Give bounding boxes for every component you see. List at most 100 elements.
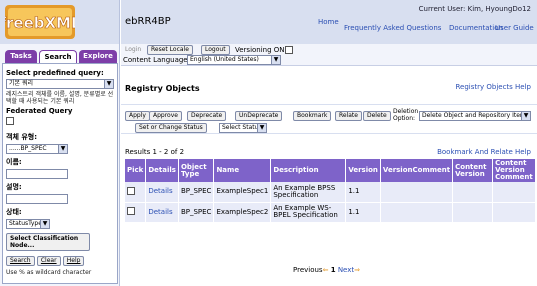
row-object-type: BP_SPEC bbox=[178, 182, 215, 203]
results-count: Results 1 - 2 of 2 bbox=[125, 148, 185, 156]
row-description: An Example BPSS Specification bbox=[270, 182, 347, 203]
col-version-comment: VersionComment bbox=[380, 159, 454, 182]
apply-button[interactable]: Apply bbox=[125, 111, 150, 121]
chevron-down-icon: ▼ bbox=[257, 124, 266, 132]
user-guide-link[interactable]: User Guide bbox=[495, 24, 534, 32]
versioning-checkbox[interactable] bbox=[285, 46, 293, 54]
details-link[interactable]: Details bbox=[145, 182, 179, 203]
table-row: Details BP_SPEC ExampleSpec1 An Example … bbox=[125, 182, 536, 203]
select-classification-button[interactable]: Select Classification Node... bbox=[6, 233, 90, 251]
deletion-option-value: Delete Object and Repository Item bbox=[422, 112, 526, 119]
federated-query-checkbox[interactable] bbox=[6, 117, 14, 125]
registry-objects-help-link[interactable]: Registry Objects Help bbox=[455, 83, 531, 91]
chevron-down-icon: ▼ bbox=[58, 145, 67, 153]
chevron-down-icon: ▼ bbox=[40, 220, 49, 228]
row-version: 1.1 bbox=[345, 202, 381, 223]
set-status-button[interactable]: Set or Change Status bbox=[135, 123, 207, 133]
next-arrow-icon: ⇒ bbox=[354, 266, 360, 274]
object-type-value: ......BP_SPEC bbox=[9, 145, 47, 152]
prev-arrow-icon: ⇐ bbox=[322, 266, 329, 274]
col-content-version-comment: Content Version Comment bbox=[492, 159, 536, 182]
row-version-comment bbox=[380, 182, 454, 203]
description-label: 설명: bbox=[6, 183, 22, 191]
logout-button[interactable]: Logout bbox=[201, 45, 230, 55]
name-input[interactable] bbox=[6, 169, 68, 179]
previous-link[interactable]: Previous bbox=[293, 266, 323, 274]
main-content: Registry Objects Registry Objects Help A… bbox=[121, 66, 537, 286]
chevron-down-icon: ▼ bbox=[271, 56, 280, 64]
versioning-label: Versioning ON bbox=[235, 46, 285, 54]
description-input[interactable] bbox=[6, 194, 68, 204]
next-link[interactable]: Next bbox=[338, 266, 354, 274]
row-name: ExampleSpec2 bbox=[213, 202, 272, 223]
freebxml-logo: freebXML bbox=[5, 5, 75, 39]
tab-explore[interactable]: Explore bbox=[79, 50, 117, 63]
row-content-version-comment bbox=[492, 182, 536, 203]
row-pick-checkbox[interactable] bbox=[127, 186, 135, 195]
approve-button[interactable]: Approve bbox=[149, 111, 182, 121]
delete-button[interactable]: Delete bbox=[363, 111, 391, 121]
col-version: Version bbox=[345, 159, 381, 182]
row-version: 1.1 bbox=[345, 182, 381, 203]
logo-text: freebXML bbox=[5, 14, 75, 32]
col-details: Details bbox=[145, 159, 179, 182]
tab-tasks[interactable]: Tasks bbox=[5, 50, 37, 63]
help-button[interactable]: Help bbox=[62, 256, 85, 266]
home-link[interactable]: Home bbox=[318, 18, 339, 26]
clear-button[interactable]: Clear bbox=[36, 256, 61, 266]
relate-button[interactable]: Relate bbox=[335, 111, 362, 121]
col-object-type: Object Type bbox=[178, 159, 215, 182]
row-name: ExampleSpec1 bbox=[213, 182, 272, 203]
undeprecate-button[interactable]: UnDeprecate bbox=[235, 111, 283, 121]
bookmark-button[interactable]: Bookmark bbox=[293, 111, 332, 121]
faq-link[interactable]: Frequently Asked Questions bbox=[344, 24, 441, 32]
search-button[interactable]: Search bbox=[6, 256, 35, 266]
content-language-select[interactable]: English (United States) ▼ bbox=[187, 55, 281, 65]
chevron-down-icon: ▼ bbox=[521, 112, 530, 120]
query-select-value: 기본 쿼리 bbox=[9, 80, 33, 87]
current-page: 1 bbox=[330, 266, 336, 274]
current-user: Current User: Kim, HyoungDo12 bbox=[418, 5, 531, 13]
col-pick: Pick bbox=[125, 159, 147, 182]
pagination: Previous⇐ 1 Next⇒ bbox=[293, 266, 360, 274]
top-header: ebRR4BP Current User: Kim, HyoungDo12 Ho… bbox=[121, 0, 537, 44]
logo-area: freebXML bbox=[0, 0, 119, 44]
federated-query-label: Federated Query bbox=[6, 107, 73, 115]
details-link[interactable]: Details bbox=[145, 202, 179, 223]
status-value: StatusType bbox=[9, 220, 42, 227]
search-panel: Select predefined query: 기본 쿼리 ▼ 레지스트리 객… bbox=[2, 63, 118, 284]
query-help-text: 레지스트리 객체를 이름, 설명, 분류별로 선택할 때 사용되는 기본 쿼리 bbox=[6, 91, 114, 105]
tab-bar: Tasks Search Explore bbox=[0, 50, 120, 63]
select-query-label: Select predefined query: bbox=[6, 69, 104, 77]
deletion-option-select[interactable]: Delete Object and Repository Item ▼ bbox=[419, 111, 531, 121]
query-select[interactable]: 기본 쿼리 ▼ bbox=[6, 79, 114, 89]
table-row: Details BP_SPEC ExampleSpec2 An Example … bbox=[125, 202, 536, 223]
deprecate-button[interactable]: Deprecate bbox=[187, 111, 227, 121]
login-link[interactable]: Login bbox=[125, 46, 141, 53]
left-sidebar: freebXML Tasks Search Explore Select pre… bbox=[0, 0, 120, 286]
bookmark-relate-help-link[interactable]: Bookmark And Relate Help bbox=[437, 148, 531, 156]
reset-locale-button[interactable]: Reset Locale bbox=[147, 45, 193, 55]
content-language-label: Content Language: bbox=[123, 56, 190, 64]
deletion-option-label: Deletion Option: bbox=[393, 108, 419, 122]
col-name: Name bbox=[213, 159, 272, 182]
action-bar: Apply Approve Deprecate UnDeprecate Book… bbox=[121, 104, 537, 134]
content-language-value: English (United States) bbox=[190, 56, 259, 63]
app-title: ebRR4BP bbox=[125, 16, 171, 27]
results-table: Pick Details Object Type Name Descriptio… bbox=[125, 159, 536, 223]
col-content-version: Content Version bbox=[452, 159, 494, 182]
tab-search[interactable]: Search bbox=[39, 50, 77, 63]
row-content-version-comment bbox=[492, 202, 536, 223]
select-status-dropdown[interactable]: Select Status ▼ bbox=[219, 123, 267, 133]
status-label: 상태: bbox=[6, 208, 22, 216]
row-pick-checkbox[interactable] bbox=[127, 207, 135, 215]
object-type-label: 객체 유형: bbox=[6, 133, 37, 141]
session-toolbar: Login Reset Locale Logout Versioning ON … bbox=[121, 44, 537, 66]
chevron-down-icon: ▼ bbox=[104, 80, 113, 88]
col-description: Description bbox=[270, 159, 347, 182]
object-type-select[interactable]: ......BP_SPEC ▼ bbox=[6, 144, 68, 154]
row-content-version bbox=[452, 202, 494, 223]
status-select[interactable]: StatusType ▼ bbox=[6, 219, 50, 229]
select-status-value: Select Status bbox=[222, 124, 262, 131]
table-header-row: Pick Details Object Type Name Descriptio… bbox=[125, 159, 536, 182]
